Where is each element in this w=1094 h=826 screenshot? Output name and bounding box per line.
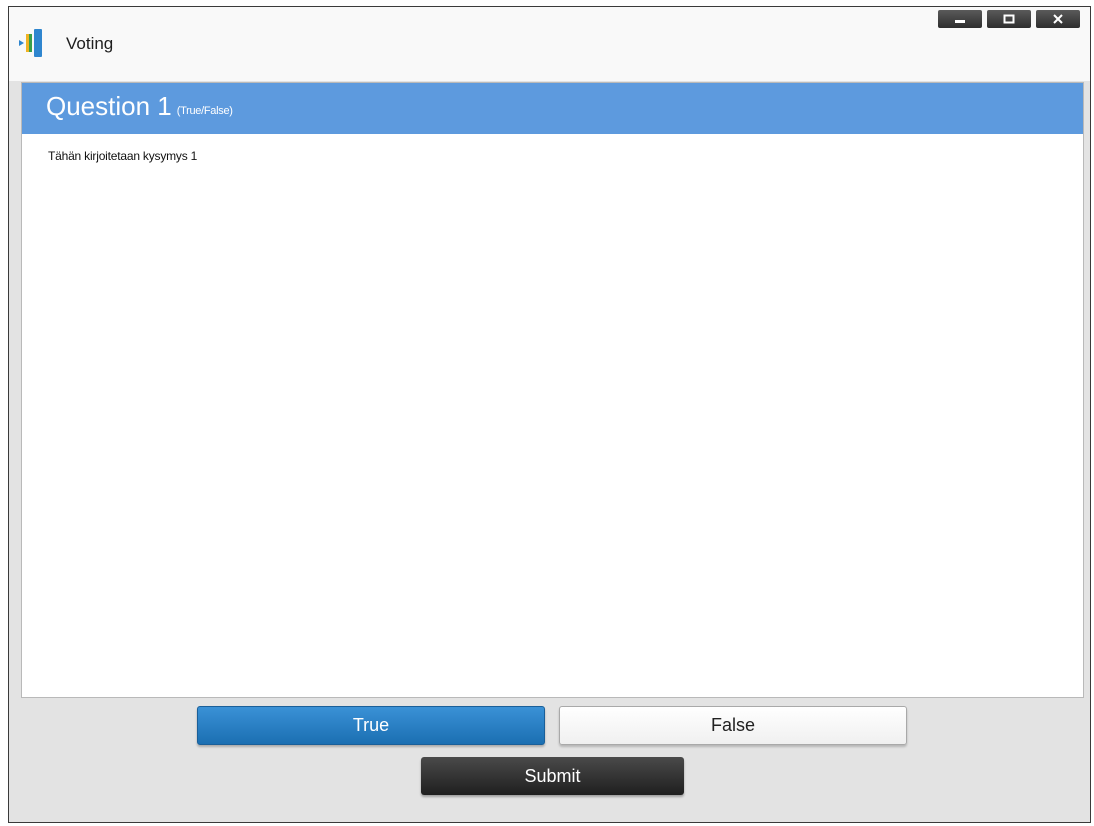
minimize-button[interactable]: [938, 10, 982, 28]
submit-button[interactable]: Submit: [421, 757, 684, 795]
question-title-row: Question 1 (True/False): [46, 91, 233, 122]
question-type: (True/False): [176, 105, 233, 117]
close-button[interactable]: [1036, 10, 1080, 28]
maximize-icon: [1003, 14, 1015, 24]
title-bar[interactable]: Voting: [9, 7, 1090, 81]
voting-window: Voting Question 1 (True/False) Tähän kir…: [8, 6, 1091, 823]
question-panel: Question 1 (True/False) Tähän kirjoitetaa…: [21, 82, 1084, 698]
minimize-icon: [955, 20, 965, 23]
maximize-button[interactable]: [987, 10, 1031, 28]
voting-app-icon: [19, 29, 42, 57]
question-text: Tähän kirjoitetaan kysymys 1: [48, 149, 198, 163]
true-button[interactable]: True: [197, 706, 545, 745]
question-title: Question 1: [46, 91, 172, 121]
false-button[interactable]: False: [559, 706, 907, 745]
window-title: Voting: [66, 34, 114, 53]
close-icon: [1053, 14, 1063, 24]
question-header: Question 1 (True/False): [22, 83, 1083, 134]
window-controls: [938, 10, 1080, 28]
